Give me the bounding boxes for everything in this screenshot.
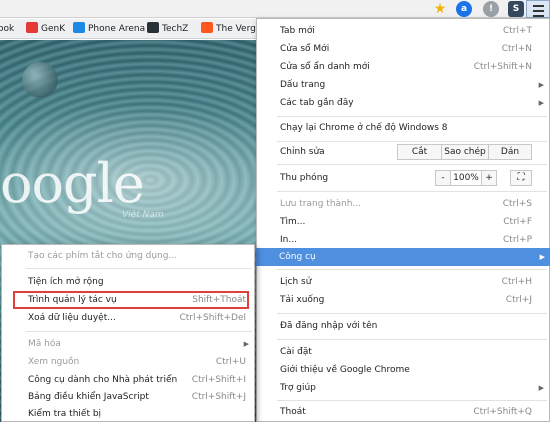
chrome-main-menu: Tab mới Ctrl+T Cửa sổ Mới Ctrl+N Cửa sổ … [256, 18, 550, 422]
bookmark-item[interactable]: The Verge [201, 22, 261, 36]
menu-separator [277, 141, 547, 142]
menu-separator [277, 164, 547, 165]
menu-item-save-page: Lưu trang thành... Ctrl+S [257, 195, 549, 213]
shortcut-label: Ctrl+S [502, 199, 532, 209]
menu-separator [26, 331, 252, 332]
bookmark-item[interactable]: ook [0, 22, 14, 36]
menu-item-bookmarks[interactable]: Dấu trang ▶ [257, 76, 549, 94]
menu-item-downloads[interactable]: Tải xuống Ctrl+J [257, 291, 549, 309]
submenu-arrow-icon: ▶ [538, 81, 544, 89]
menu-separator [26, 268, 252, 269]
menu-separator [277, 400, 547, 401]
favicon-icon [147, 22, 159, 33]
menu-item-settings[interactable]: Cài đặt [257, 343, 549, 361]
menu-item-print[interactable]: In... Ctrl+P [257, 231, 549, 249]
shortcut-label: Ctrl+Shift+Q [473, 407, 532, 417]
submenu-item-encoding: Mã hóa ▶ [2, 335, 254, 353]
tools-submenu: Tạo các phím tắt cho ứng dụng... Tiện íc… [1, 244, 255, 422]
submenu-item-dev-tools[interactable]: Công cụ dành cho Nhà phát triển Ctrl+Shi… [2, 371, 254, 389]
cut-button[interactable]: Cắt [397, 144, 442, 160]
menu-item-signed-in[interactable]: Đã đăng nhập với tên [257, 317, 549, 335]
menu-item-about[interactable]: Giới thiệu về Google Chrome [257, 361, 549, 379]
submenu-arrow-icon: ▶ [539, 253, 545, 261]
annotation-highlight-box [13, 291, 249, 309]
menu-item-new-tab[interactable]: Tab mới Ctrl+T [257, 22, 549, 40]
google-logo-subtitle: Việt Nam [122, 210, 164, 220]
bookmark-item[interactable]: GenK [26, 22, 65, 36]
hamburger-icon [532, 5, 544, 7]
shortcut-label: Ctrl+U [215, 357, 246, 367]
submenu-item-inspect-devices[interactable]: Kiểm tra thiết bị [2, 405, 254, 422]
menu-item-find[interactable]: Tìm... Ctrl+F [257, 213, 549, 231]
menu-item-windows8-mode[interactable]: Chạy lại Chrome ở chế độ Windows 8 [257, 119, 549, 137]
shortcut-label: Ctrl+Shift+N [473, 62, 532, 72]
menu-separator [277, 116, 547, 117]
extension-icon[interactable]: S [508, 1, 524, 17]
shortcut-label: Ctrl+N [501, 44, 532, 54]
zoom-level: 100% [450, 170, 482, 186]
favicon-icon [201, 22, 213, 33]
browser-toolbar: ★ a ! S [0, 0, 550, 18]
favicon-icon [26, 22, 38, 33]
submenu-item-view-source: Xem nguồn Ctrl+U [2, 353, 254, 371]
menu-item-tools[interactable]: Công cụ ▶ [256, 248, 550, 266]
menu-separator [277, 313, 547, 314]
menu-item-history[interactable]: Lịch sử Ctrl+H [257, 273, 549, 291]
zoom-out-button[interactable]: - [435, 170, 451, 186]
paste-button[interactable]: Dán [488, 144, 532, 160]
shortcut-label: Ctrl+J [505, 295, 532, 305]
submenu-arrow-icon: ▶ [538, 99, 544, 107]
shortcut-label: Ctrl+Shift+I [191, 375, 246, 385]
shortcut-label: Ctrl+Shift+J [191, 392, 246, 402]
chrome-menu-button[interactable] [526, 0, 550, 18]
menu-separator [277, 269, 547, 270]
menu-item-incognito[interactable]: Cửa sổ ẩn danh mới Ctrl+Shift+N [257, 58, 549, 76]
favicon-icon [73, 22, 85, 33]
planet-image [22, 62, 58, 98]
shortcut-label: Ctrl+F [503, 217, 532, 227]
shortcut-label: Ctrl+H [501, 277, 532, 287]
submenu-item-create-shortcuts: Tạo các phím tắt cho ứng dụng... [28, 251, 178, 261]
shortcut-label: Ctrl+T [502, 26, 532, 36]
submenu-item-js-console[interactable]: Bảng điều khiển JavaScript Ctrl+Shift+J [2, 388, 254, 406]
submenu-item-extensions[interactable]: Tiện ích mở rộng [2, 273, 254, 291]
menu-separator [277, 191, 547, 192]
submenu-arrow-icon: ▶ [538, 384, 544, 392]
zoom-in-button[interactable]: + [481, 170, 497, 186]
google-logo: oogle [0, 152, 145, 215]
menu-item-help[interactable]: Trợ giúp ▶ [257, 379, 549, 397]
menu-item-recent-tabs[interactable]: Các tab gần đây ▶ [257, 94, 549, 112]
menu-item-new-window[interactable]: Cửa sổ Mới Ctrl+N [257, 40, 549, 58]
shortcut-label: Ctrl+Shift+Del [179, 313, 246, 323]
copy-button[interactable]: Sao chép [441, 144, 489, 160]
fullscreen-button[interactable]: ⛶ [510, 170, 532, 186]
menu-item-edit: Chỉnh sửa Cắt Sao chép Dán [257, 143, 549, 161]
submenu-item-clear-data[interactable]: Xoá dữ liệu duyệt... Ctrl+Shift+Del [2, 309, 254, 327]
shortcut-label: Ctrl+P [503, 235, 532, 245]
bookmark-item[interactable]: TechZ [147, 22, 188, 36]
menu-item-exit[interactable]: Thoát Ctrl+Shift+Q [257, 403, 549, 421]
bookmark-item[interactable]: Phone Arena [73, 22, 145, 36]
submenu-arrow-icon: ▶ [243, 340, 249, 348]
bookmark-star-icon[interactable]: ★ [432, 1, 448, 17]
menu-item-zoom: Thu phóng - 100% + ⛶ [257, 169, 549, 187]
menu-separator [277, 339, 547, 340]
extension-icon[interactable]: a [456, 1, 472, 17]
extension-icon[interactable]: ! [483, 1, 499, 17]
